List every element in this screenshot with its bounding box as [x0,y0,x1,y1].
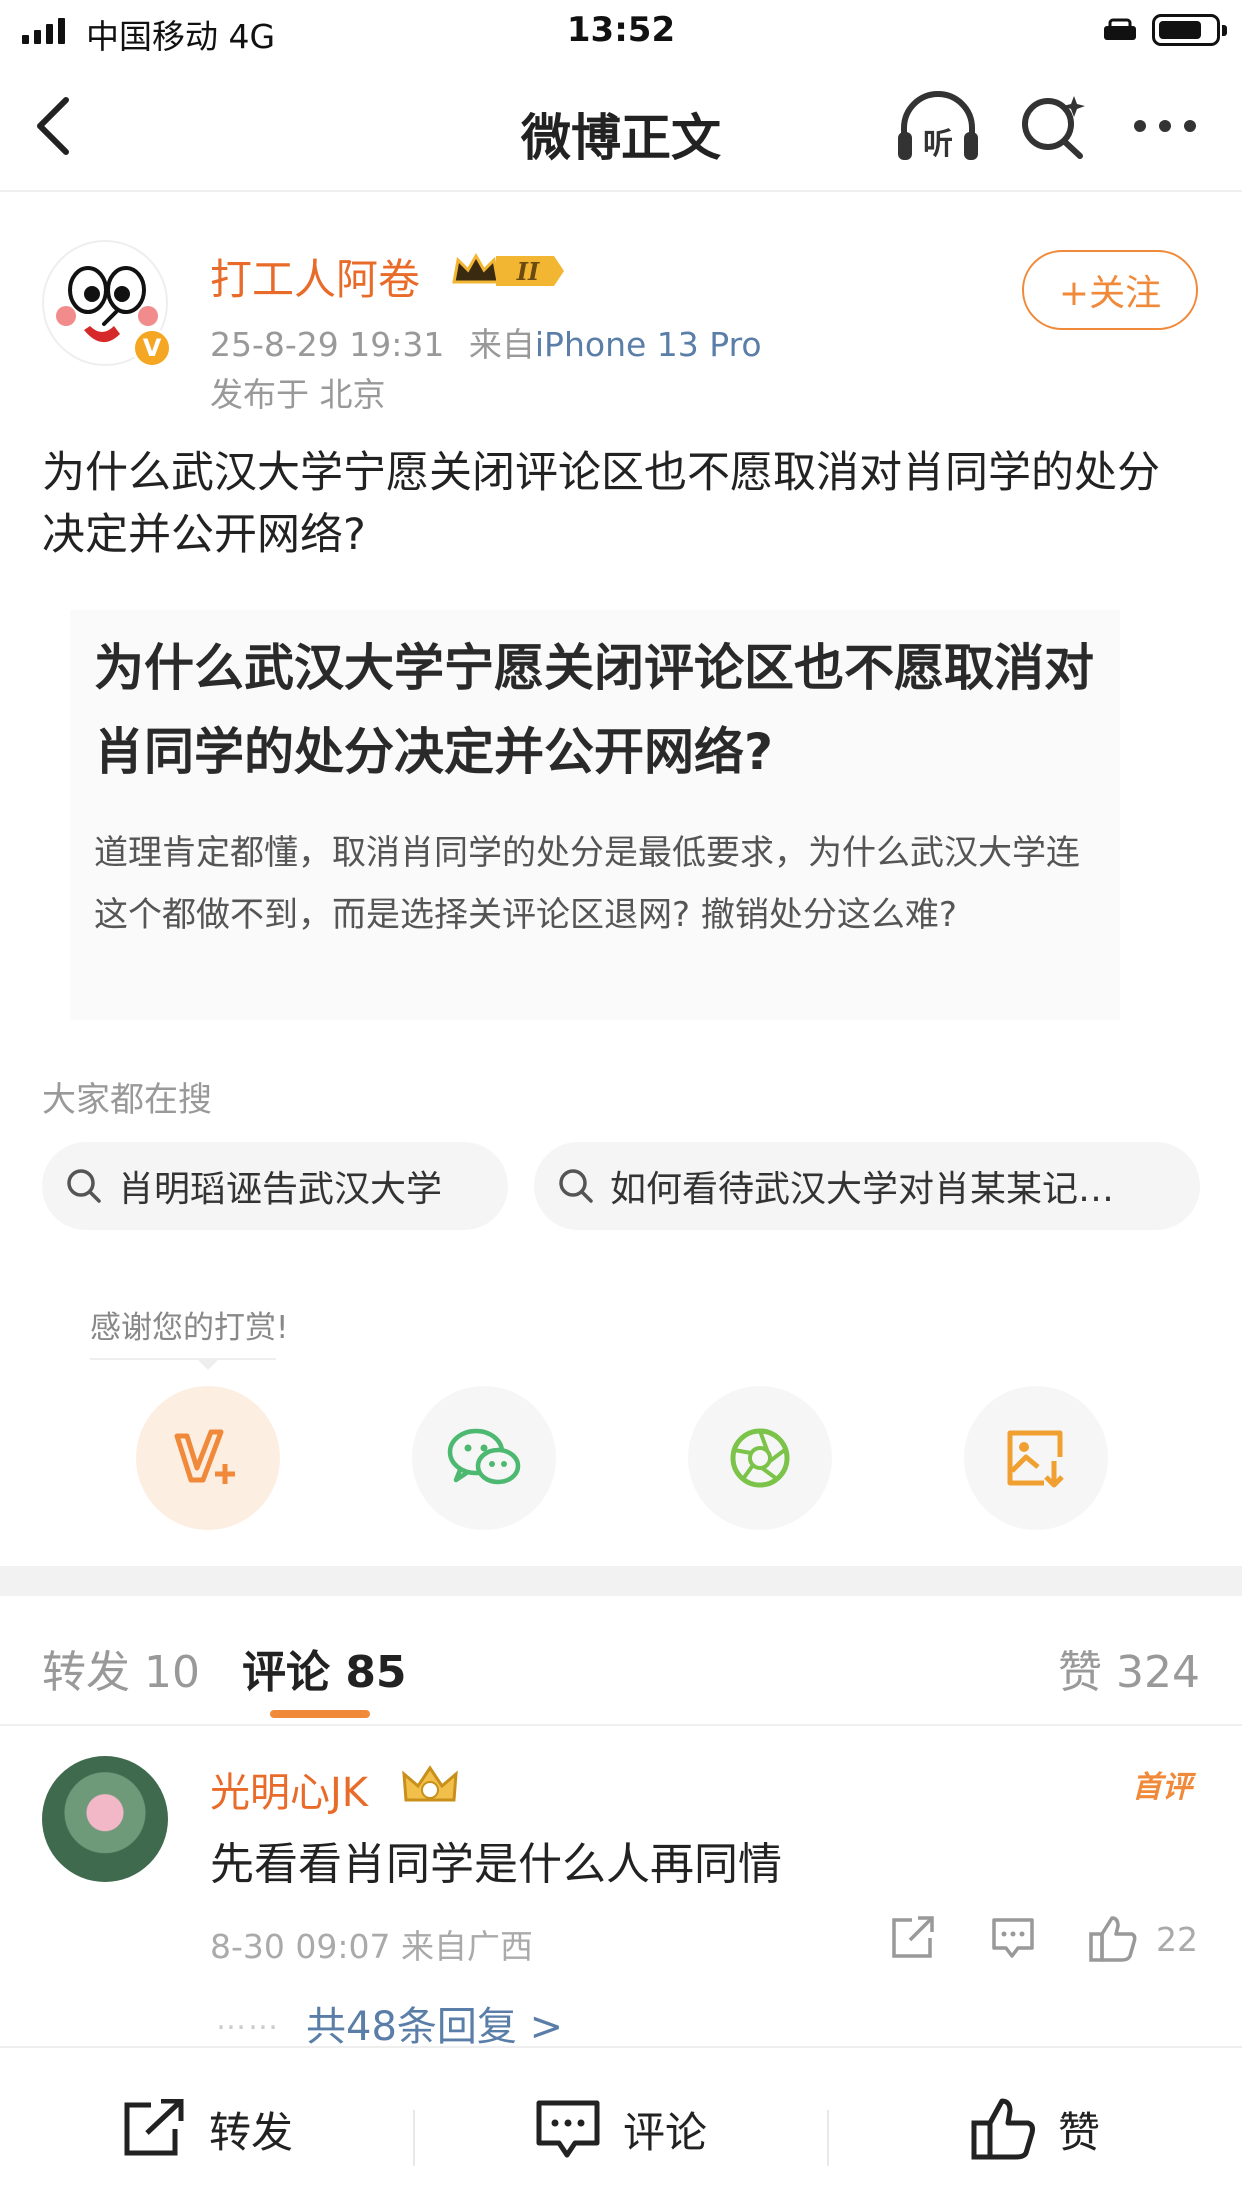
battery-icon [1152,14,1227,46]
search-chip-text: 肖明瑫诬告武汉大学 [118,1169,443,1210]
reply-dots: …… [216,2002,280,2037]
search-chip-1[interactable]: 肖明瑫诬告武汉大学 [42,1142,508,1230]
post-location: 发布于 北京 [210,375,386,414]
author-name[interactable]: 打工人阿卷 [210,246,420,307]
tab-comment[interactable]: 评论 85 [242,1636,407,1700]
verified-badge-icon: V [132,328,172,368]
thumbs-up-icon [971,2098,1035,2160]
first-comment-badge: 首评 [1132,1770,1192,1805]
repost-button[interactable]: 转发 [0,2048,414,2208]
comment-button[interactable]: 评论 [414,2048,828,2208]
clock: 13:52 [566,10,676,50]
status-bar: 中国移动 4G 13:52 [0,0,1242,62]
post-text: 为什么武汉大学宁愿关闭评论区也不愿取消对肖同学的处分决定并公开网络? [42,448,1160,560]
post-timestamp: 25-8-29 19:31 [210,325,445,364]
post-header: V 打工人阿卷 II 25-8-29 19:31 来自iPhone 13 Pro… [0,192,1242,422]
like-icon[interactable] [1088,1914,1138,1962]
search-chip-2[interactable]: 如何看待武汉大学对肖某某记… [534,1142,1200,1230]
source-prefix: 来自 [468,325,535,364]
tab-like[interactable]: 赞 324 [1058,1636,1200,1700]
comment-text: 先看看肖同学是什么人再同情 [210,1839,782,1890]
search-chip-text: 如何看待武汉大学对肖某某记… [610,1169,1115,1210]
like-button[interactable]: 赞 [828,2048,1242,2208]
trending-search-label: 大家都在搜 [42,1080,212,1120]
orientation-lock-icon [1104,18,1136,40]
moments-icon [730,1428,790,1488]
interaction-tabs: 转发 10 评论 85 赞 324 [0,1596,1242,1726]
vplus-reward-icon [174,1429,235,1484]
level-badge-text: II [516,257,540,286]
active-tab-indicator [270,1710,370,1718]
view-replies-link[interactable]: 共48条回复 > [306,1994,563,2052]
vip-crown-icon: II [452,252,564,286]
post-image[interactable]: 为什么武汉大学宁愿关闭评论区也不愿取消对肖同学的处分决定并公开网络? 道理肯定都… [70,610,1120,1020]
repost-icon [124,2099,184,2156]
repost-label: 转发 [208,2107,293,2157]
save-image-button[interactable] [964,1386,1108,1530]
search-icon [67,1169,101,1203]
reply-icon[interactable] [990,1916,1036,1960]
share-icon[interactable] [890,1916,936,1960]
share-wechat-button[interactable] [412,1386,556,1530]
comment-item: 光明心JK 首评 先看看肖同学是什么人再同情 8-30 09:07 来自广西 2… [0,1726,1242,2050]
listen-label: 听 [923,127,953,162]
wechat-icon [447,1428,521,1485]
image-body-text: 道理肯定都懂，取消肖同学的处分是最低要求，为什么武汉大学连这个都做不到，而是选择… [94,833,1080,935]
comment-meta: 8-30 09:07 来自广西 [210,1927,533,1966]
share-moments-button[interactable] [688,1386,832,1530]
nav-bar: 微博正文 听 [0,62,1242,192]
listen-icon[interactable]: 听 [896,90,980,166]
avatar[interactable]: V [42,240,172,368]
comment-icon [536,2100,600,2158]
image-title-text: 为什么武汉大学宁愿关闭评论区也不愿取消对肖同学的处分决定并公开网络? [94,639,1094,781]
search-icon[interactable] [1018,92,1088,162]
commenter-name[interactable]: 光明心JK [210,1760,368,1818]
reward-thanks-text: 感谢您的打赏! [90,1310,289,1346]
vip-crown-icon [402,1765,458,1802]
comment-label: 评论 [622,2107,707,2157]
comment-like-count: 22 [1156,1920,1198,1959]
tooltip-pointer [196,1358,220,1370]
back-icon[interactable] [28,94,84,158]
more-icon[interactable] [1130,110,1200,142]
tab-repost[interactable]: 转发 10 [42,1636,200,1700]
section-divider [0,1566,1242,1596]
search-icon [559,1169,593,1203]
commenter-avatar[interactable] [42,1756,168,1882]
tooltip-divider [90,1358,276,1360]
follow-button[interactable]: +关注 [1022,250,1198,330]
save-image-icon [1007,1430,1064,1488]
reward-button[interactable] [136,1386,280,1530]
post-meta: 25-8-29 19:31 来自iPhone 13 Pro [210,318,762,366]
device-link[interactable]: iPhone 13 Pro [535,325,762,364]
like-label: 赞 [1057,2107,1100,2157]
bottom-action-bar: 转发 评论 赞 [0,2046,1242,2208]
